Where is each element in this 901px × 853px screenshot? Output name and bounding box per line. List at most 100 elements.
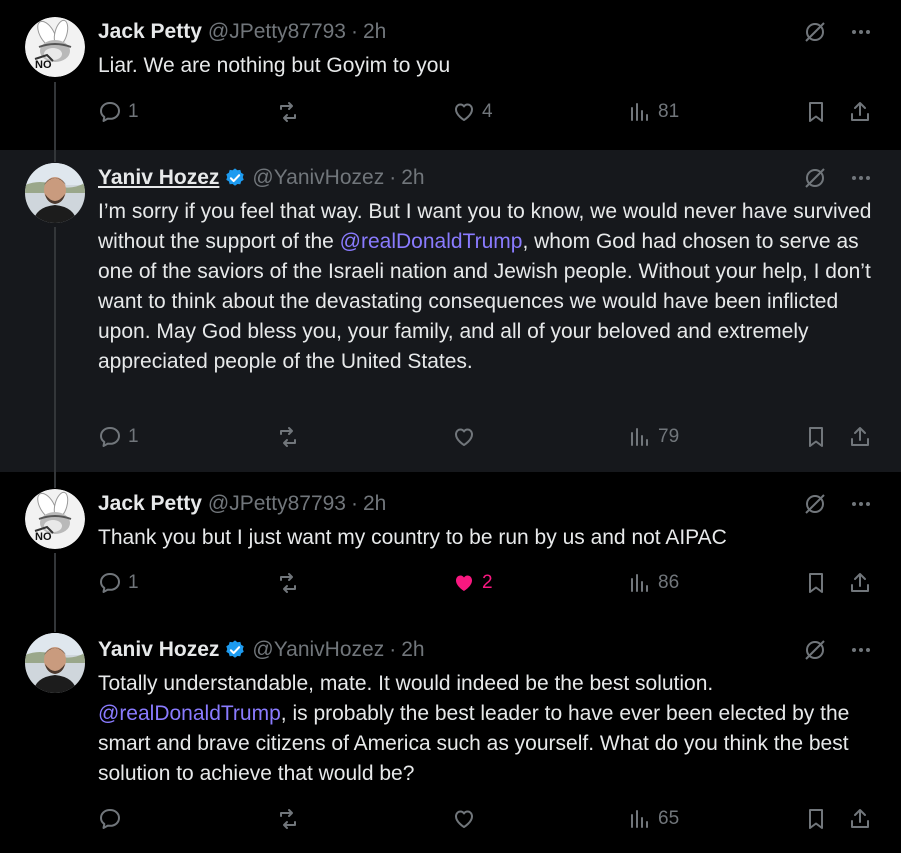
repost-button[interactable] <box>276 571 306 595</box>
share-button[interactable] <box>848 807 872 831</box>
views-icon <box>631 103 648 121</box>
separator: · <box>389 166 397 189</box>
views-button[interactable]: 79 <box>628 425 679 449</box>
post-header: Jack Petty @JPetty87793 · 2h <box>98 17 386 47</box>
share-button[interactable] <box>848 100 872 124</box>
author-handle[interactable]: @YanivHozez <box>252 638 384 662</box>
avatar-sign: NO <box>35 59 52 71</box>
action-bar: 1 4 81 <box>98 100 878 130</box>
share-icon <box>851 809 869 828</box>
reply-button[interactable] <box>98 807 128 831</box>
avatar-sign: NO <box>35 531 52 543</box>
repost-icon <box>280 809 296 829</box>
reply-count: 1 <box>128 572 139 593</box>
more-icon[interactable] <box>849 166 873 195</box>
grok-icon[interactable] <box>803 638 827 667</box>
author-handle[interactable]: @JPetty87793 <box>208 20 346 44</box>
avatar[interactable]: NO <box>25 17 85 77</box>
like-button[interactable] <box>452 425 482 449</box>
post-jack-2[interactable]: NO Jack Petty @JPetty87793 · 2h Thank yo… <box>0 472 901 620</box>
share-icon <box>851 102 869 121</box>
bookmark-icon <box>809 573 823 593</box>
grok-icon[interactable] <box>803 20 827 49</box>
post-text: I’m sorry if you feel that way. But I wa… <box>98 197 888 377</box>
repost-icon <box>280 102 296 122</box>
post-text: Thank you but I just want my country to … <box>98 526 727 549</box>
verified-badge-icon <box>224 639 246 661</box>
views-count: 79 <box>658 426 680 447</box>
grok-icon[interactable] <box>803 166 827 195</box>
like-icon <box>455 103 473 121</box>
views-count: 81 <box>658 101 680 122</box>
views-icon <box>631 574 648 592</box>
timestamp[interactable]: 2h <box>363 492 386 516</box>
views-count: 65 <box>658 808 680 829</box>
share-icon <box>851 573 869 592</box>
avatar[interactable]: NO <box>25 489 85 549</box>
bookmark-button[interactable] <box>804 807 828 831</box>
reply-button[interactable]: 1 <box>98 571 139 595</box>
views-icon <box>631 810 648 828</box>
separator: · <box>350 492 358 515</box>
more-icon[interactable] <box>849 638 873 667</box>
like-count: 2 <box>482 572 493 593</box>
views-button[interactable]: 86 <box>628 571 679 595</box>
repost-button[interactable] <box>276 100 306 124</box>
bookmark-icon <box>809 427 823 447</box>
author-handle[interactable]: @YanivHozez <box>252 166 384 190</box>
share-button[interactable] <box>848 425 872 449</box>
repost-icon <box>280 573 296 593</box>
action-bar: 1 2 86 <box>98 571 878 601</box>
reply-icon <box>100 809 120 829</box>
like-button[interactable] <box>452 807 482 831</box>
author-name[interactable]: Jack Petty <box>98 20 202 44</box>
more-icon[interactable] <box>849 20 873 49</box>
thread-line <box>54 82 56 150</box>
repost-button[interactable] <box>276 807 306 831</box>
mention-link[interactable]: @realDonaldTrump <box>98 702 281 725</box>
reply-icon <box>100 427 120 447</box>
post-header: Yaniv Hozez @YanivHozez · 2h <box>98 635 425 665</box>
post-yaniv-1[interactable]: Yaniv Hozez @YanivHozez · 2h I’m sorry i… <box>0 150 901 472</box>
like-button[interactable]: 2 <box>452 571 493 595</box>
text-part: Totally understandable, mate. It would i… <box>98 672 714 695</box>
like-icon-filled <box>456 575 472 591</box>
reply-count: 1 <box>128 426 139 447</box>
timestamp[interactable]: 2h <box>401 166 424 190</box>
post-header: Yaniv Hozez @YanivHozez · 2h <box>98 163 425 193</box>
like-button[interactable]: 4 <box>452 100 493 124</box>
reply-button[interactable]: 1 <box>98 100 139 124</box>
avatar[interactable] <box>25 633 85 693</box>
avatar[interactable] <box>25 163 85 223</box>
views-button[interactable]: 65 <box>628 807 679 831</box>
mention-link[interactable]: @realDonaldTrump <box>340 230 523 253</box>
verified-badge-icon <box>224 167 246 189</box>
author-name[interactable]: Jack Petty <box>98 492 202 516</box>
share-button[interactable] <box>848 571 872 595</box>
post-text: Liar. We are nothing but Goyim to you <box>98 54 451 77</box>
post-jack-1[interactable]: NO Jack Petty @JPetty87793 · 2h Liar. We… <box>0 0 901 150</box>
author-name[interactable]: Yaniv Hozez <box>98 166 219 190</box>
author-handle[interactable]: @JPetty87793 <box>208 492 346 516</box>
timestamp[interactable]: 2h <box>363 20 386 44</box>
more-icon[interactable] <box>849 492 873 521</box>
bookmark-button[interactable] <box>804 571 828 595</box>
reply-icon <box>100 102 120 122</box>
author-name[interactable]: Yaniv Hozez <box>98 638 219 662</box>
views-icon <box>631 428 648 446</box>
post-yaniv-2[interactable]: Yaniv Hozez @YanivHozez · 2h Totally und… <box>0 620 901 853</box>
bookmark-icon <box>809 809 823 829</box>
bookmark-button[interactable] <box>804 100 828 124</box>
reply-button[interactable]: 1 <box>98 425 139 449</box>
thread-line <box>54 472 56 488</box>
bookmark-button[interactable] <box>804 425 828 449</box>
thread-line <box>54 227 56 472</box>
timestamp[interactable]: 2h <box>401 638 424 662</box>
grok-icon[interactable] <box>803 492 827 521</box>
views-button[interactable]: 81 <box>628 100 679 124</box>
views-count: 86 <box>658 572 680 593</box>
reply-icon <box>100 573 120 593</box>
like-count: 4 <box>482 101 493 122</box>
repost-button[interactable] <box>276 425 306 449</box>
bookmark-icon <box>809 102 823 122</box>
